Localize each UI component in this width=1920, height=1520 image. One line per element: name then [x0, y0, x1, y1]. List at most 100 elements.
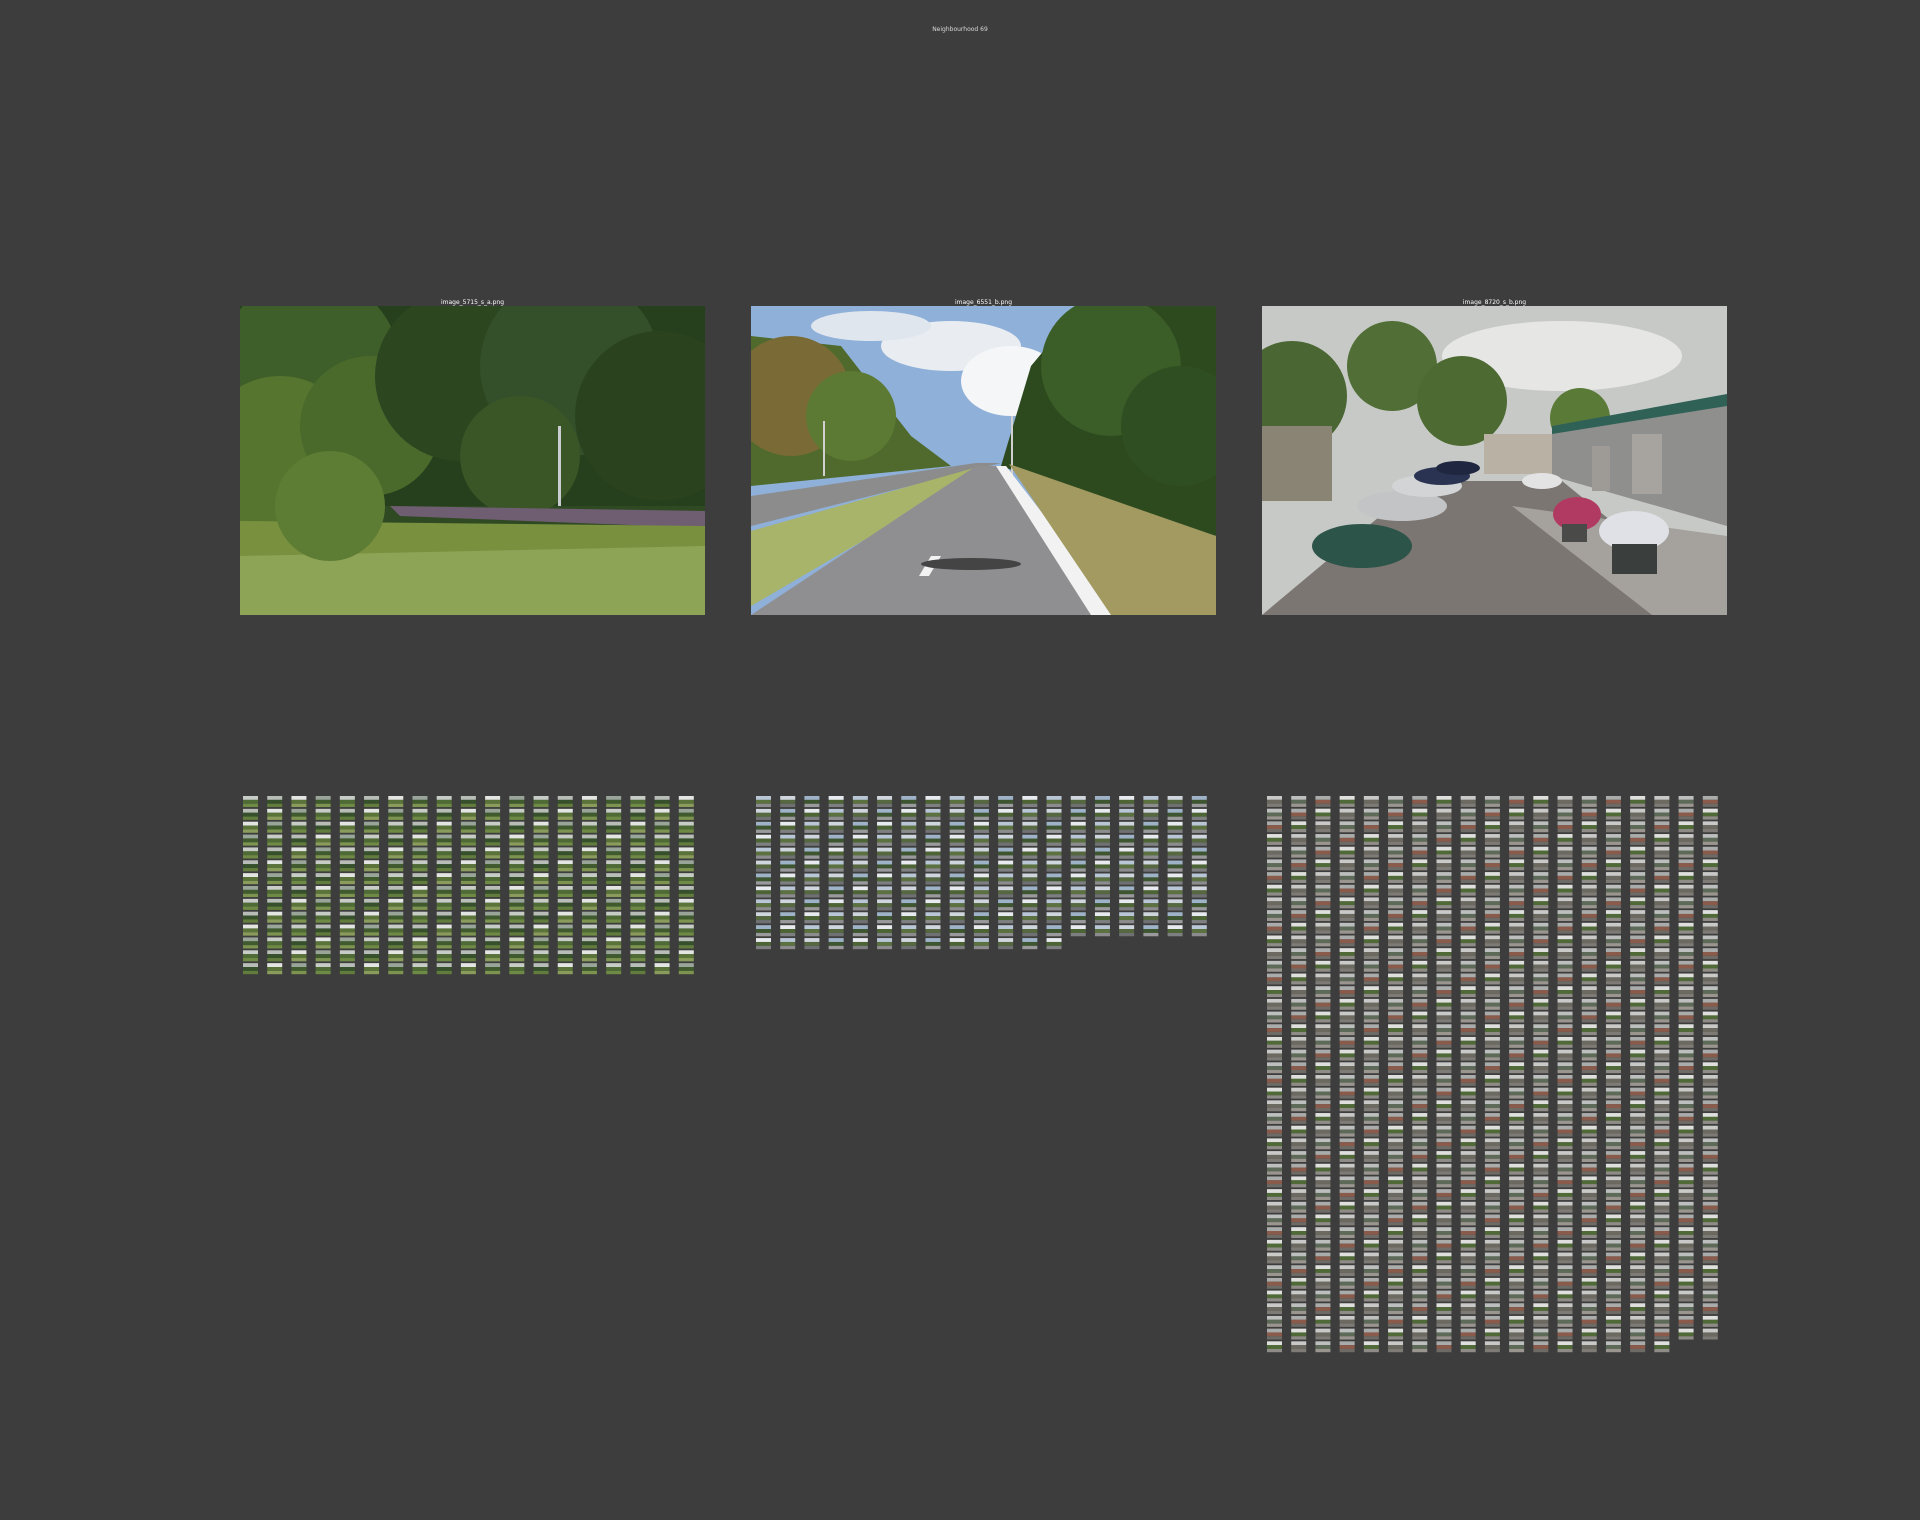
thumbnail[interactable] [1702, 960, 1718, 972]
thumbnail[interactable] [1533, 1176, 1549, 1188]
thumbnail[interactable] [1533, 884, 1549, 896]
thumbnail[interactable] [1654, 1341, 1670, 1353]
thumbnail[interactable] [1557, 1201, 1573, 1213]
thumbnail[interactable] [1460, 1062, 1476, 1074]
thumbnail[interactable] [1509, 1328, 1525, 1340]
thumbnail[interactable] [901, 938, 917, 950]
thumbnail[interactable] [1412, 1201, 1428, 1213]
thumbnail[interactable] [1605, 910, 1621, 922]
thumbnail[interactable] [1412, 1036, 1428, 1048]
thumbnail[interactable] [877, 899, 893, 911]
thumbnail[interactable] [1339, 1049, 1355, 1061]
thumbnail[interactable] [1702, 935, 1718, 947]
thumbnail[interactable] [1460, 1024, 1476, 1036]
thumbnail[interactable] [1436, 1252, 1452, 1264]
thumbnail[interactable] [1605, 884, 1621, 896]
thumbnail[interactable] [973, 821, 989, 833]
thumbnail[interactable] [973, 886, 989, 898]
thumbnail[interactable] [1167, 873, 1183, 885]
thumbnail[interactable] [1291, 897, 1307, 909]
thumbnail[interactable] [557, 886, 573, 898]
thumbnail[interactable] [460, 796, 476, 808]
thumbnail[interactable] [485, 796, 501, 808]
thumbnail[interactable] [1630, 948, 1646, 960]
thumbnail[interactable] [388, 860, 404, 872]
thumbnail[interactable] [1436, 1011, 1452, 1023]
thumbnail[interactable] [1460, 948, 1476, 960]
thumbnail[interactable] [998, 873, 1014, 885]
thumbnail[interactable] [1557, 973, 1573, 985]
thumbnail[interactable] [828, 796, 844, 808]
thumbnail[interactable] [1167, 821, 1183, 833]
thumbnail[interactable] [1315, 973, 1331, 985]
thumbnail[interactable] [1412, 872, 1428, 883]
thumbnail[interactable] [1291, 1062, 1307, 1074]
thumbnail[interactable] [1654, 834, 1670, 845]
thumbnail[interactable] [925, 873, 941, 885]
thumbnail[interactable] [1509, 1011, 1525, 1023]
thumbnail[interactable] [1460, 1113, 1476, 1124]
thumbnail[interactable] [1678, 1163, 1694, 1175]
thumbnail[interactable] [509, 963, 525, 975]
thumbnail[interactable] [804, 821, 820, 833]
thumbnail[interactable] [1581, 1315, 1597, 1327]
thumbnail[interactable] [412, 847, 428, 859]
thumbnail[interactable] [1267, 1163, 1283, 1175]
thumbnail[interactable] [828, 808, 844, 821]
thumbnail[interactable] [1654, 1151, 1670, 1162]
thumbnail[interactable] [1412, 1214, 1428, 1226]
thumbnail[interactable] [581, 834, 597, 846]
thumbnail[interactable] [1046, 821, 1062, 833]
thumbnail[interactable] [1484, 1277, 1500, 1289]
thumbnail[interactable] [1484, 1214, 1500, 1226]
thumbnail[interactable] [533, 937, 549, 949]
thumbnail[interactable] [654, 950, 670, 962]
thumbnail[interactable] [852, 886, 868, 898]
thumbnail[interactable] [756, 847, 772, 859]
thumbnail[interactable] [1581, 1252, 1597, 1264]
thumbnail[interactable] [436, 821, 452, 833]
thumbnail[interactable] [1630, 1239, 1646, 1251]
thumbnail[interactable] [780, 808, 796, 821]
thumbnail[interactable] [1388, 821, 1404, 833]
thumbnail[interactable] [1339, 1214, 1355, 1226]
thumbnail[interactable] [1094, 873, 1110, 885]
thumbnail[interactable] [1630, 1011, 1646, 1023]
thumbnail[interactable] [1388, 1011, 1404, 1023]
thumbnail[interactable] [1436, 973, 1452, 985]
thumbnail[interactable] [1702, 1125, 1718, 1137]
thumbnail[interactable] [267, 950, 283, 962]
thumbnail[interactable] [901, 847, 917, 859]
thumbnail[interactable] [460, 808, 476, 820]
thumbnail[interactable] [1654, 1265, 1670, 1277]
thumbnail[interactable] [557, 950, 573, 962]
thumbnail[interactable] [1533, 1201, 1549, 1213]
thumbnail[interactable] [1509, 1036, 1525, 1048]
thumbnail[interactable] [1363, 1328, 1379, 1340]
thumbnail[interactable] [1702, 872, 1718, 883]
thumbnail[interactable] [243, 860, 259, 872]
thumbnail[interactable] [1581, 922, 1597, 934]
thumbnail[interactable] [1533, 973, 1549, 985]
thumbnail[interactable] [1315, 1113, 1331, 1124]
thumbnail[interactable] [1436, 1315, 1452, 1327]
thumbnail[interactable] [1581, 1151, 1597, 1162]
thumbnail[interactable] [877, 860, 893, 872]
thumbnail[interactable] [1557, 986, 1573, 998]
thumbnail[interactable] [1557, 897, 1573, 909]
thumbnail[interactable] [1315, 1227, 1331, 1239]
thumbnail[interactable] [1267, 910, 1283, 922]
thumbnail[interactable] [1581, 948, 1597, 960]
thumbnail[interactable] [1581, 859, 1597, 871]
thumbnail[interactable] [1678, 1138, 1694, 1150]
thumbnail[interactable] [581, 924, 597, 936]
thumbnail[interactable] [877, 873, 893, 885]
thumbnail[interactable] [581, 950, 597, 962]
thumbnail[interactable] [1339, 922, 1355, 934]
thumbnail[interactable] [1315, 1036, 1331, 1048]
thumbnail[interactable] [364, 834, 380, 846]
thumbnail[interactable] [364, 886, 380, 898]
thumbnail[interactable] [485, 963, 501, 975]
thumbnail[interactable] [1678, 986, 1694, 998]
thumbnail[interactable] [1388, 922, 1404, 934]
